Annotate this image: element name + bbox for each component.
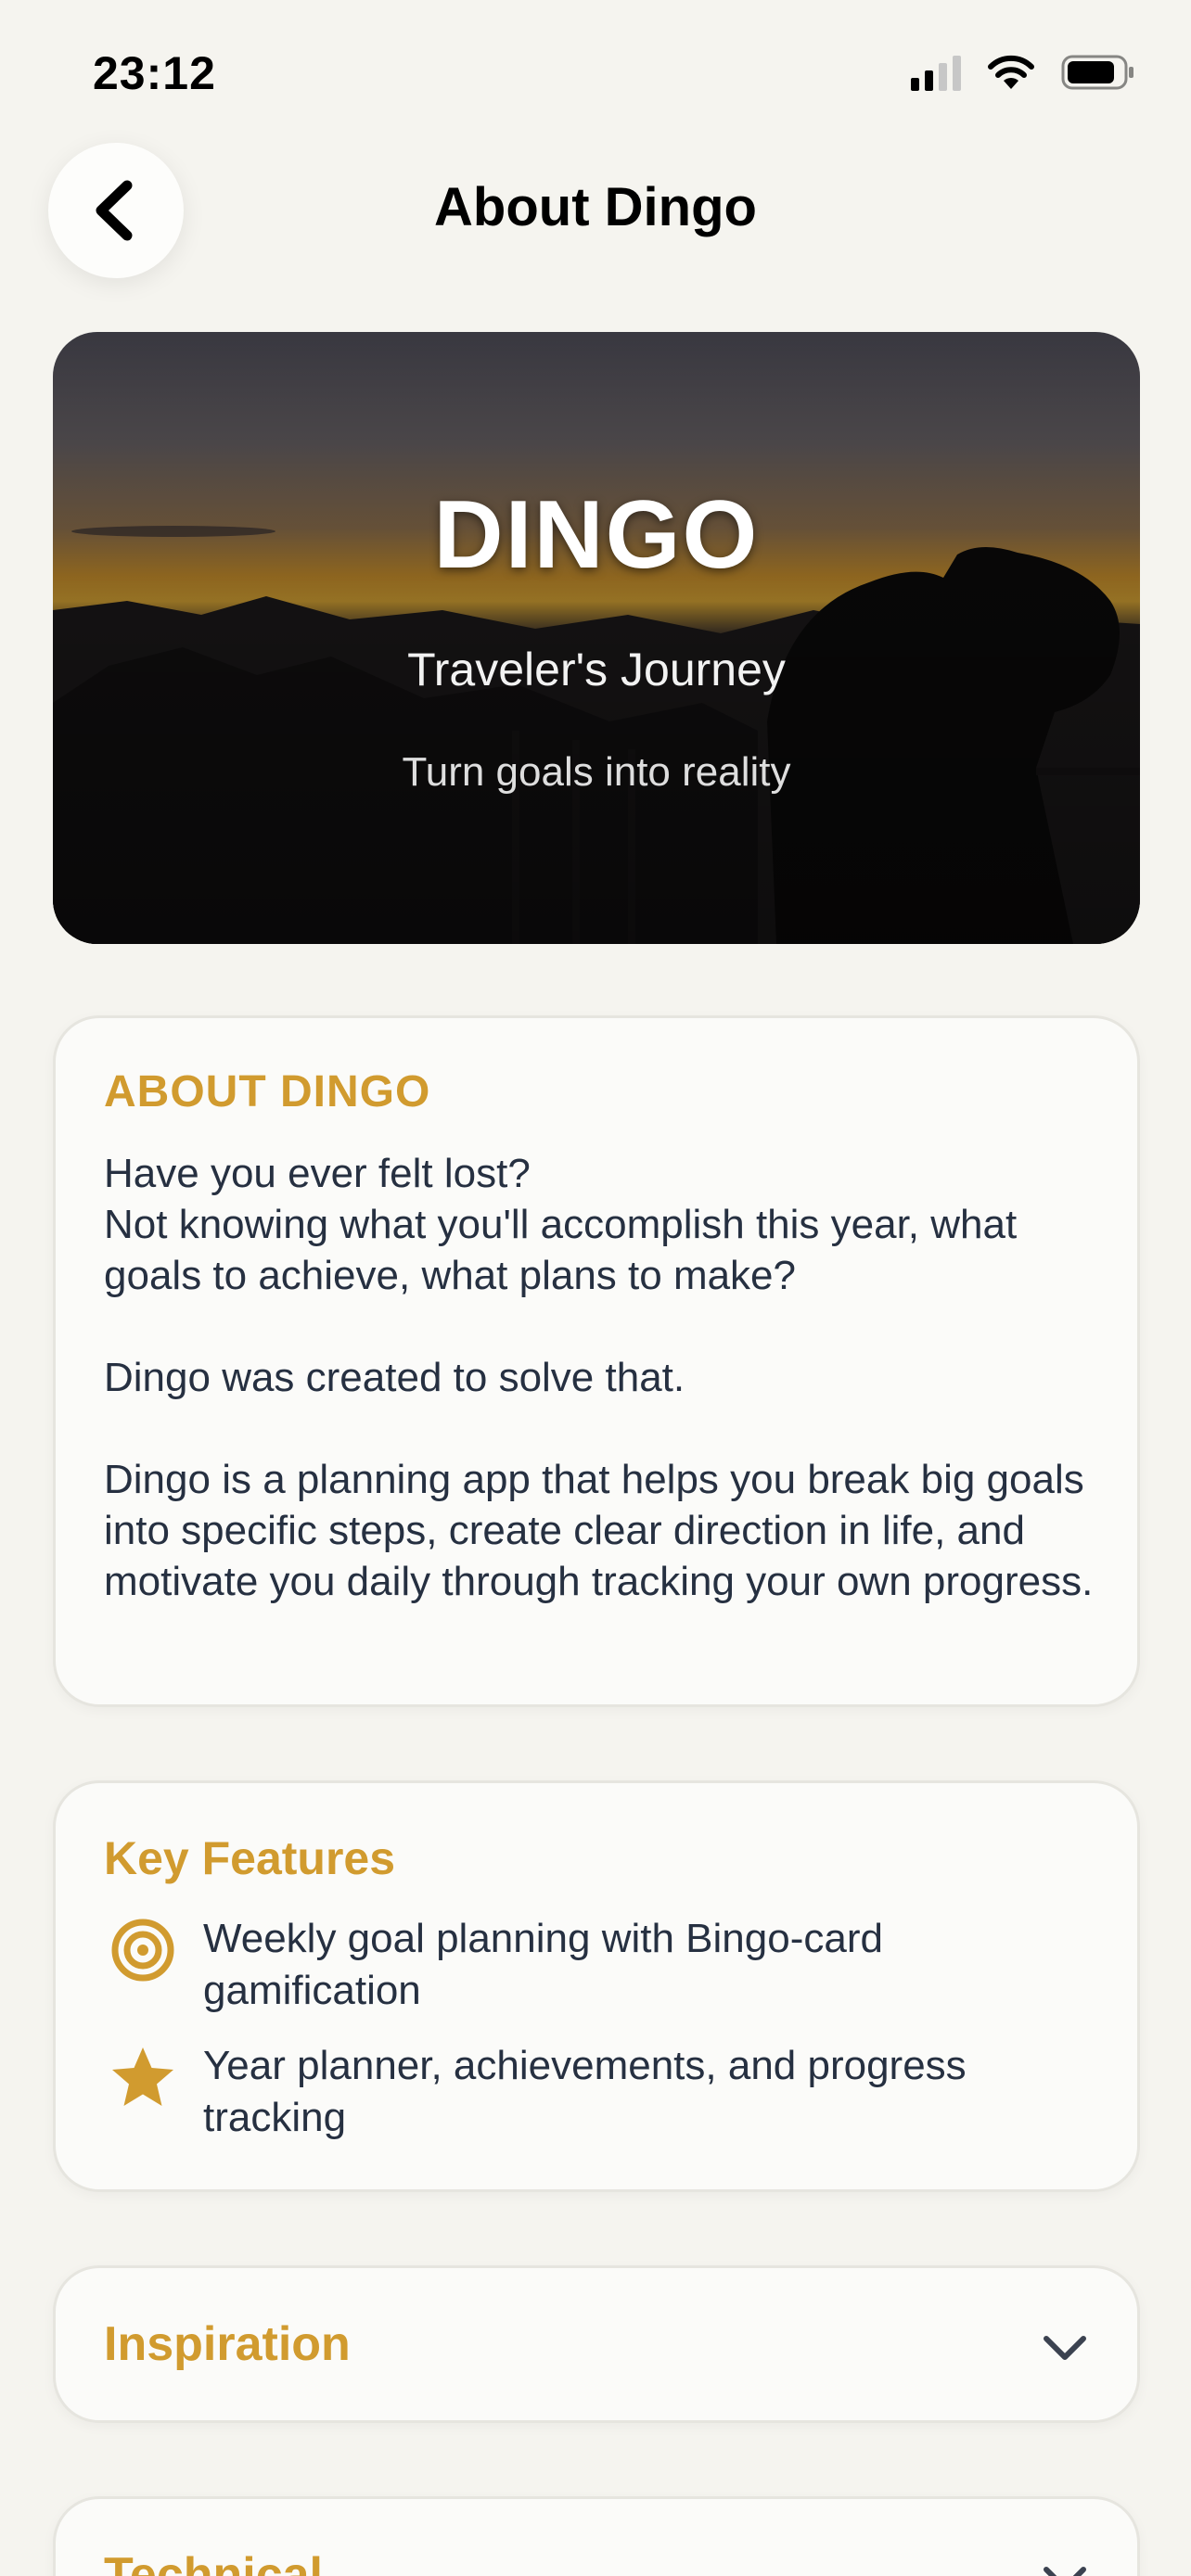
- hero-subtitle: Traveler's Journey: [407, 644, 786, 695]
- about-description: Have you ever felt lost? Not knowing wha…: [104, 1151, 1094, 1604]
- status-bar: 23:12: [0, 0, 1191, 139]
- key-features-heading: Key Features: [104, 1832, 396, 1884]
- hero-tagline: Turn goals into reality: [402, 749, 791, 795]
- status-icons: [911, 54, 1135, 91]
- cellular-signal-icon: [911, 54, 961, 91]
- sunset-mountain-photo: [53, 332, 1140, 944]
- key-features-card: Key Features Weekly goal planning with B…: [53, 1780, 1140, 2192]
- about-heading: ABOUT DINGO: [104, 1067, 431, 1116]
- star-icon: [112, 2047, 173, 2106]
- feature-text: Year planner, achievements, and progress…: [203, 2043, 967, 2140]
- chevron-down-icon: [1044, 2567, 1086, 2576]
- inspiration-section-toggle[interactable]: Inspiration: [53, 2265, 1140, 2423]
- feature-text: Weekly goal planning with Bingo-card gam…: [203, 1916, 883, 2013]
- inspiration-label: Inspiration: [104, 2317, 351, 2371]
- hero-title: DINGO: [433, 481, 760, 589]
- status-time: 23:12: [93, 47, 216, 99]
- about-screen: 23:12 About Dingo DINGO Traveler's Journ…: [0, 0, 1191, 2576]
- target-icon: [111, 1919, 174, 1982]
- about-card: ABOUT DINGO Have you ever felt lost? Not…: [53, 1015, 1140, 1707]
- chevron-down-icon: [1044, 2336, 1086, 2360]
- technical-label: Technical: [104, 2548, 324, 2576]
- wifi-icon: [988, 55, 1034, 89]
- battery-icon: [1061, 55, 1133, 90]
- technical-section-toggle[interactable]: Technical: [53, 2496, 1140, 2576]
- hero-banner: DINGO Traveler's Journey Turn goals into…: [53, 332, 1140, 944]
- page-title: About Dingo: [434, 177, 757, 237]
